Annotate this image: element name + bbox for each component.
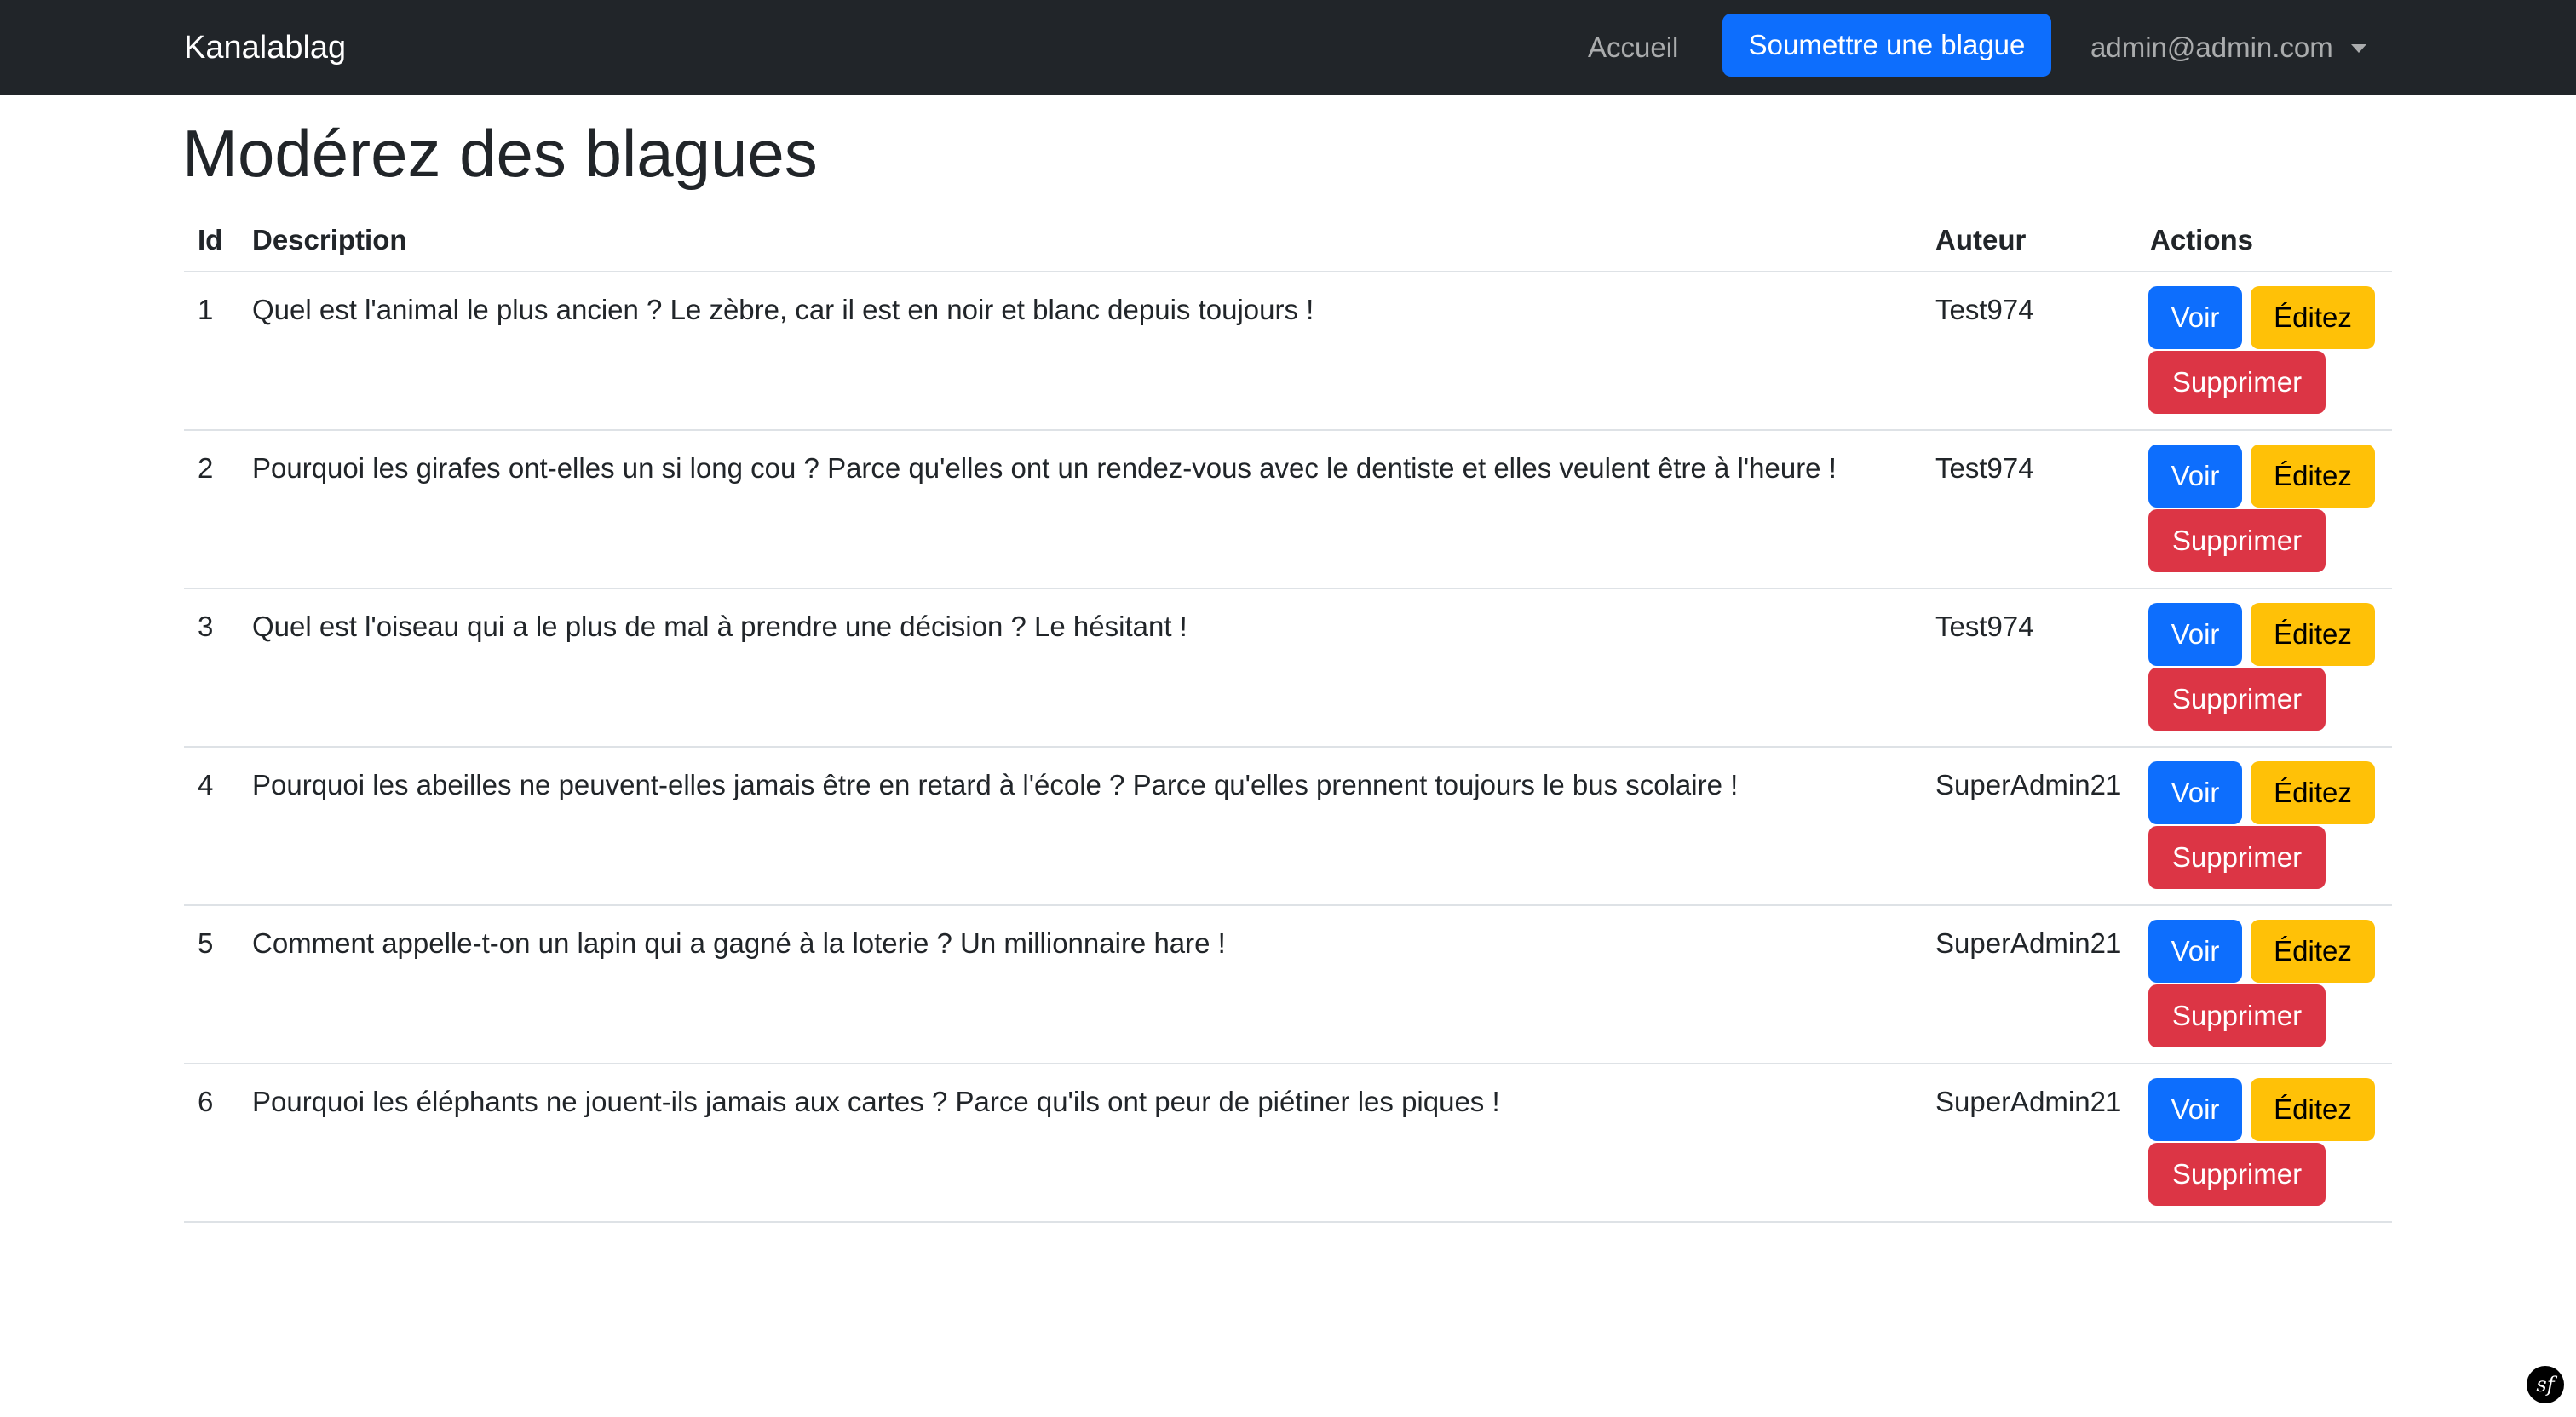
page-title: Modérez des blagues	[182, 116, 818, 191]
view-button[interactable]: Voir	[2148, 286, 2242, 349]
row-id: 2	[198, 452, 214, 484]
row-author: Test974	[1935, 611, 2034, 642]
table-row: 1 Quel est l'animal le plus ancien ? Le z…	[184, 272, 2392, 431]
edit-button[interactable]: Éditez	[2251, 286, 2375, 349]
view-button[interactable]: Voir	[2148, 920, 2242, 983]
edit-button[interactable]: Éditez	[2251, 761, 2375, 824]
row-description: Comment appelle-t-on un lapin qui a gagn…	[252, 927, 1226, 959]
table-row: 5 Comment appelle-t-on un lapin qui a gag…	[184, 906, 2392, 1064]
header-id: Id	[198, 224, 223, 255]
table-row: 2 Pourquoi les girafes ont-elles un si lo…	[184, 431, 2392, 589]
table-row: 4 Pourquoi les abeilles ne peuvent-elles …	[184, 748, 2392, 906]
delete-button[interactable]: Supprimer	[2148, 351, 2326, 414]
delete-button[interactable]: Supprimer	[2148, 509, 2326, 572]
row-description: Pourquoi les éléphants ne jouent-ils jam…	[252, 1086, 1500, 1117]
symfony-logo-icon[interactable]: sf	[2527, 1366, 2564, 1403]
edit-button[interactable]: Éditez	[2251, 920, 2375, 983]
edit-button[interactable]: Éditez	[2251, 1078, 2375, 1141]
nav-home-link[interactable]: Accueil	[1588, 29, 1678, 66]
view-button[interactable]: Voir	[2148, 1078, 2242, 1141]
header-description: Description	[252, 224, 407, 255]
header-actions: Actions	[2150, 224, 2254, 255]
table-body: 1 Quel est l'animal le plus ancien ? Le z…	[184, 272, 2392, 1223]
row-description: Quel est l'oiseau qui a le plus de mal à…	[252, 611, 1187, 642]
row-id: 6	[198, 1086, 214, 1117]
brand-link[interactable]: Kanalablag	[184, 26, 346, 70]
header-author: Auteur	[1935, 224, 2027, 255]
navbar: Kanalablag Accueil Soumettre une blague …	[0, 0, 2576, 95]
submit-joke-button[interactable]: Soumettre une blague	[1722, 14, 2051, 77]
edit-button[interactable]: Éditez	[2251, 603, 2375, 666]
user-dropdown-toggle[interactable]: admin@admin.com	[2090, 29, 2333, 66]
delete-button[interactable]: Supprimer	[2148, 984, 2326, 1047]
row-description: Quel est l'animal le plus ancien ? Le zè…	[252, 294, 1314, 325]
row-id: 3	[198, 611, 214, 642]
caret-down-icon	[2351, 44, 2366, 53]
table-row: 3 Quel est l'oiseau qui a le plus de mal …	[184, 589, 2392, 748]
table-header: Id Description Auteur Actions	[184, 208, 2392, 272]
table-row: 6 Pourquoi les éléphants ne jouent-ils ja…	[184, 1064, 2392, 1223]
row-author: SuperAdmin21	[1935, 769, 2122, 800]
row-id: 5	[198, 927, 214, 959]
delete-button[interactable]: Supprimer	[2148, 826, 2326, 889]
row-author: SuperAdmin21	[1935, 927, 2122, 959]
jokes-table: Id Description Auteur Actions 1 Quel est …	[184, 208, 2392, 1223]
delete-button[interactable]: Supprimer	[2148, 668, 2326, 731]
view-button[interactable]: Voir	[2148, 603, 2242, 666]
edit-button[interactable]: Éditez	[2251, 445, 2375, 508]
row-description: Pourquoi les girafes ont-elles un si lon…	[252, 452, 1837, 484]
row-author: Test974	[1935, 294, 2034, 325]
row-description: Pourquoi les abeilles ne peuvent-elles j…	[252, 769, 1739, 800]
row-author: SuperAdmin21	[1935, 1086, 2122, 1117]
row-id: 4	[198, 769, 214, 800]
view-button[interactable]: Voir	[2148, 761, 2242, 824]
row-author: Test974	[1935, 452, 2034, 484]
row-id: 1	[198, 294, 214, 325]
delete-button[interactable]: Supprimer	[2148, 1143, 2326, 1206]
view-button[interactable]: Voir	[2148, 445, 2242, 508]
